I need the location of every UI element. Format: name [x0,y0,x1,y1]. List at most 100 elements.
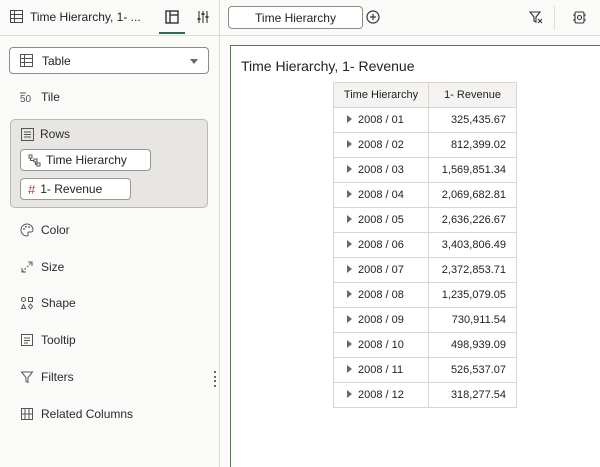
table-row: 2008 / 06 3,403,806.49 [333,232,517,258]
table-row: 2008 / 12 318,277.54 [333,382,517,408]
expand-triangle-icon[interactable] [347,165,352,173]
table-row: 2008 / 08 1,235,079.05 [333,282,517,308]
size-section[interactable]: Size [20,258,64,276]
revenue-cell: 318,277.54 [428,382,517,408]
toolbar-divider [554,6,555,30]
palette-icon [20,223,34,237]
time-cell: 2008 / 03 [333,157,429,183]
time-cell-label: 2008 / 05 [358,214,404,226]
panel-resize-handle[interactable] [214,371,217,387]
column-header-time[interactable]: Time Hierarchy [333,82,429,108]
table-row: 2008 / 10 498,939.09 [333,332,517,358]
canvas-title: Time Hierarchy, 1- Revenue [241,58,415,74]
expand-triangle-icon[interactable] [347,265,352,273]
revenue-cell: 1,569,851.34 [428,157,517,183]
expand-triangle-icon[interactable] [347,140,352,148]
table-row: 2008 / 01 325,435.67 [333,107,517,133]
filters-label: Filters [41,370,74,384]
expand-triangle-icon[interactable] [347,340,352,348]
time-cell-label: 2008 / 11 [358,364,404,376]
viz-canvas: Time Hierarchy, 1- Revenue Time Hierarch… [230,45,600,467]
time-cell-label: 2008 / 07 [358,264,404,276]
time-cell-label: 2008 / 06 [358,239,404,251]
viz-header: Time Hierarchy, 1- ... [0,0,219,36]
table-icon [10,10,23,23]
table-row: 2008 / 05 2,636,226.67 [333,207,517,233]
shapes-icon [20,296,34,310]
table-row: 2008 / 11 526,537.07 [333,357,517,383]
rows-drop-zone[interactable]: Rows Time Hierarchy # 1- Revenue [10,119,208,208]
time-hierarchy-chip[interactable]: Time Hierarchy [228,6,363,29]
revenue-cell: 2,372,853.71 [428,257,517,283]
time-cell: 2008 / 02 [333,132,429,158]
panel-divider [219,0,220,467]
filters-section[interactable]: Filters [20,368,74,386]
expand-triangle-icon[interactable] [347,290,352,298]
top-toolbar: Time Hierarchy, 1- ... Time Hierarchy [0,0,600,36]
time-cell: 2008 / 09 [333,307,429,333]
settings-gear-icon[interactable] [572,10,587,25]
revenue-cell: 3,403,806.49 [428,232,517,258]
measure-hash-icon: # [28,181,36,197]
rows-label: Rows [40,127,71,141]
time-cell: 2008 / 05 [333,207,429,233]
column-header-revenue[interactable]: 1- Revenue [428,82,517,108]
grammar-panel-icon [165,10,179,24]
time-cell-label: 2008 / 09 [358,314,404,326]
resize-arrows-icon [20,260,34,274]
revenue-cell: 325,435.67 [428,107,517,133]
time-cell-label: 2008 / 01 [358,114,404,126]
revenue-pill-label: 1- Revenue [40,182,103,196]
revenue-cell: 730,911.54 [428,307,517,333]
time-cell: 2008 / 06 [333,232,429,258]
color-section[interactable]: Color [20,221,70,239]
properties-tab[interactable] [194,8,212,26]
expand-triangle-icon[interactable] [347,240,352,248]
tile-section[interactable]: 50 Tile [20,88,60,106]
table-icon [20,54,33,67]
time-cell-label: 2008 / 02 [358,139,404,151]
expand-triangle-icon[interactable] [347,365,352,373]
add-circle-icon[interactable] [366,10,380,24]
expand-triangle-icon[interactable] [347,190,352,198]
time-cell: 2008 / 07 [333,257,429,283]
related-columns-label: Related Columns [41,407,134,421]
chevron-down-icon [190,59,198,64]
color-label: Color [41,223,70,237]
rows-icon [21,127,34,141]
time-cell-label: 2008 / 12 [358,389,404,401]
expand-triangle-icon[interactable] [347,315,352,323]
table-row: 2008 / 02 812,399.02 [333,132,517,158]
expand-triangle-icon[interactable] [347,215,352,223]
expand-triangle-icon[interactable] [347,115,352,123]
shape-section[interactable]: Shape [20,294,76,312]
revenue-cell: 2,636,226.67 [428,207,517,233]
grammar-tab[interactable] [159,8,185,34]
revenue-cell: 2,069,682.81 [428,182,517,208]
shape-label: Shape [41,296,76,310]
time-cell-label: 2008 / 04 [358,189,404,201]
filter-icon[interactable] [529,10,543,24]
table-header-row: Time Hierarchy 1- Revenue [333,82,517,108]
time-cell: 2008 / 08 [333,282,429,308]
time-hierarchy-pill[interactable]: Time Hierarchy [20,149,151,171]
revenue-cell: 498,939.09 [428,332,517,358]
time-cell-label: 2008 / 08 [358,289,404,301]
size-label: Size [41,260,65,274]
revenue-cell: 812,399.02 [428,132,517,158]
table-row: 2008 / 09 730,911.54 [333,307,517,333]
time-cell: 2008 / 01 [333,107,429,133]
tooltip-section[interactable]: Tooltip [20,331,76,349]
sliders-icon [197,11,209,23]
time-cell-label: 2008 / 03 [358,164,404,176]
table-row: 2008 / 04 2,069,682.81 [333,182,517,208]
time-cell: 2008 / 10 [333,332,429,358]
tile-label: Tile [41,90,60,104]
viz-type-select[interactable]: Table [9,47,209,74]
table-row: 2008 / 07 2,372,853.71 [333,257,517,283]
expand-triangle-icon[interactable] [347,390,352,398]
revenue-pill[interactable]: # 1- Revenue [20,178,131,200]
related-columns-section[interactable]: Related Columns [20,405,133,423]
viz-type-label: Table [42,54,71,68]
revenue-cell: 526,537.07 [428,357,517,383]
